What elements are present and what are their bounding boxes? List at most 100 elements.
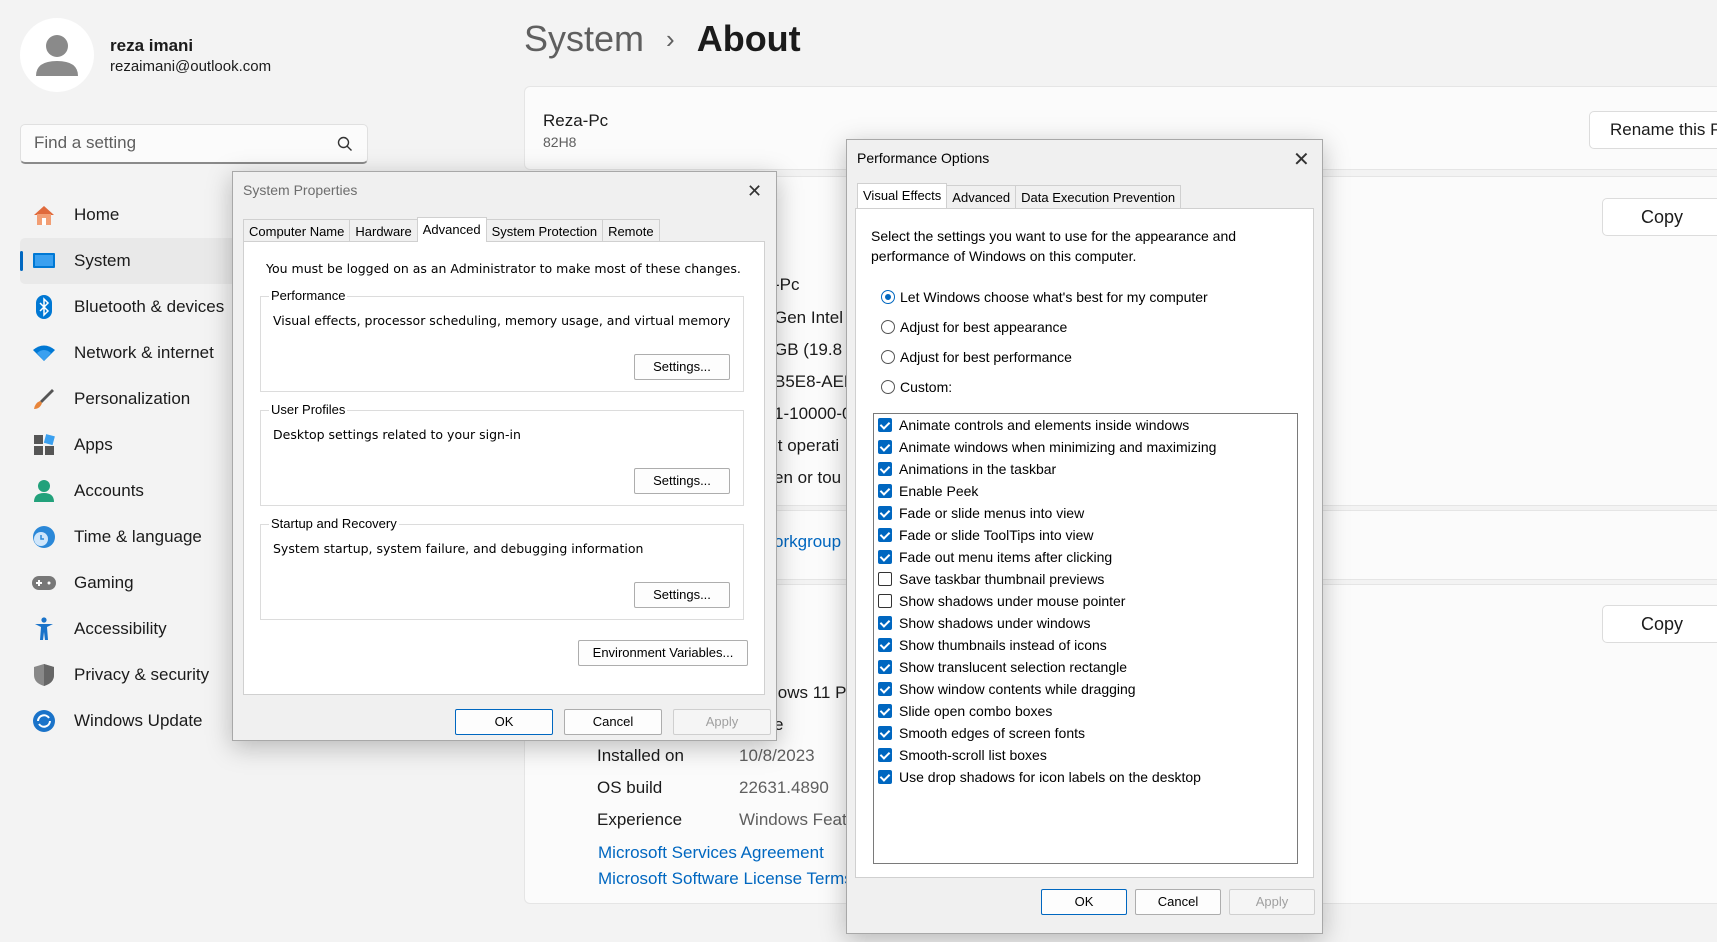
sidebar-item-apps[interactable]: Apps xyxy=(20,422,240,468)
sidebar-item-home[interactable]: Home xyxy=(20,192,240,238)
list-item[interactable]: Show thumbnails instead of icons xyxy=(874,634,1297,656)
sidebar-item-network[interactable]: Network & internet xyxy=(20,330,240,376)
radio-button[interactable] xyxy=(881,320,895,334)
radio-label: Adjust for best performance xyxy=(900,349,1072,365)
sidebar-item-label: Privacy & security xyxy=(74,665,210,684)
checkbox[interactable] xyxy=(878,660,892,674)
sidebar-item-windows-update[interactable]: Windows Update xyxy=(20,698,240,744)
sidebar-item-label: Accessibility xyxy=(74,619,167,638)
cancel-button[interactable]: Cancel xyxy=(564,709,662,735)
visual-effects-list[interactable]: Animate controls and elements inside win… xyxy=(873,413,1298,864)
close-icon[interactable]: ✕ xyxy=(747,183,762,201)
list-item[interactable]: Show window contents while dragging xyxy=(874,678,1297,700)
radio-button[interactable] xyxy=(881,290,895,304)
checkbox[interactable] xyxy=(878,572,892,586)
list-item[interactable]: Save taskbar thumbnail previews xyxy=(874,568,1297,590)
checkbox-label: Fade or slide ToolTips into view xyxy=(899,527,1094,543)
cancel-button[interactable]: Cancel xyxy=(1135,889,1221,915)
checkbox[interactable] xyxy=(878,594,892,608)
radio-best-appearance[interactable]: Adjust for best appearance xyxy=(881,319,1067,335)
list-item[interactable]: Smooth edges of screen fonts xyxy=(874,722,1297,744)
sidebar-item-accessibility[interactable]: Accessibility xyxy=(20,606,240,652)
list-item[interactable]: Fade or slide menus into view xyxy=(874,502,1297,524)
checkbox[interactable] xyxy=(878,528,892,542)
radio-label: Adjust for best appearance xyxy=(900,319,1068,335)
checkbox[interactable] xyxy=(878,616,892,630)
checkbox[interactable] xyxy=(878,638,892,652)
ok-button[interactable]: OK xyxy=(455,709,553,735)
workgroup-link[interactable]: orkgroup xyxy=(774,532,841,552)
radio-button[interactable] xyxy=(881,350,895,364)
ok-button[interactable]: OK xyxy=(1041,889,1127,915)
list-item[interactable]: Use drop shadows for icon labels on the … xyxy=(874,766,1297,788)
radio-custom[interactable]: Custom: xyxy=(881,379,952,395)
breadcrumb-parent[interactable]: System xyxy=(524,18,644,60)
checkbox[interactable] xyxy=(878,748,892,762)
startup-recovery-settings-button[interactable]: Settings... xyxy=(634,582,730,608)
checkbox[interactable] xyxy=(878,550,892,564)
spec-row-experience: Experience Windows Feat xyxy=(597,810,847,830)
search-input[interactable] xyxy=(21,125,321,161)
environment-variables-button[interactable]: Environment Variables... xyxy=(578,640,748,666)
user-avatar-icon xyxy=(36,35,78,76)
sidebar-item-label: System xyxy=(74,251,131,270)
list-item[interactable]: Animate windows when minimizing and maxi… xyxy=(874,436,1297,458)
list-item[interactable]: Slide open combo boxes xyxy=(874,700,1297,722)
checkbox[interactable] xyxy=(878,418,892,432)
tab-computer-name[interactable]: Computer Name xyxy=(243,219,351,242)
sidebar-item-personalization[interactable]: Personalization xyxy=(20,376,240,422)
checkbox[interactable] xyxy=(878,704,892,718)
license-terms-link[interactable]: Microsoft Software License Terms xyxy=(598,869,853,889)
sidebar-item-accounts[interactable]: Accounts xyxy=(20,468,240,514)
tab-data-execution-prevention[interactable]: Data Execution Prevention xyxy=(1015,185,1182,208)
radio-best-performance[interactable]: Adjust for best performance xyxy=(881,349,1072,365)
list-item[interactable]: Show translucent selection rectangle xyxy=(874,656,1297,678)
checkbox[interactable] xyxy=(878,462,892,476)
list-item[interactable]: Animations in the taskbar xyxy=(874,458,1297,480)
checkbox[interactable] xyxy=(878,484,892,498)
user-profiles-settings-button[interactable]: Settings... xyxy=(634,468,730,494)
sidebar-item-label: Time & language xyxy=(74,527,202,546)
rename-pc-button[interactable]: Rename this PC xyxy=(1589,111,1717,149)
list-item[interactable]: Animate controls and elements inside win… xyxy=(874,414,1297,436)
sidebar-item-gaming[interactable]: Gaming xyxy=(20,560,240,606)
services-agreement-link[interactable]: Microsoft Services Agreement xyxy=(598,843,824,863)
close-icon[interactable]: ✕ xyxy=(1293,149,1310,169)
apply-button[interactable]: Apply xyxy=(1229,889,1315,915)
checkbox[interactable] xyxy=(878,682,892,696)
list-item[interactable]: Fade out menu items after clicking xyxy=(874,546,1297,568)
list-item[interactable]: Show shadows under mouse pointer xyxy=(874,590,1297,612)
sidebar-item-bluetooth[interactable]: Bluetooth & devices xyxy=(20,284,240,330)
apply-button[interactable]: Apply xyxy=(673,709,771,735)
tab-visual-effects[interactable]: Visual Effects xyxy=(857,183,948,208)
sidebar-item-privacy[interactable]: Privacy & security xyxy=(20,652,240,698)
list-item[interactable]: Show shadows under windows xyxy=(874,612,1297,634)
sidebar-item-system[interactable]: System xyxy=(20,238,260,284)
radio-let-windows-choose[interactable]: Let Windows choose what's best for my co… xyxy=(881,289,1208,305)
processor-value: Gen Intel xyxy=(774,308,843,327)
search-box[interactable] xyxy=(20,124,368,164)
copy-windows-specs-button[interactable]: Copy xyxy=(1602,605,1717,643)
system-type-value: it operati xyxy=(774,436,840,455)
tab-advanced[interactable]: Advanced xyxy=(946,185,1017,208)
tab-remote[interactable]: Remote xyxy=(602,219,660,242)
copy-device-specs-button[interactable]: Copy xyxy=(1602,198,1717,236)
checkbox[interactable] xyxy=(878,726,892,740)
checkbox[interactable] xyxy=(878,506,892,520)
spec-row-os-build: OS build 22631.4890 xyxy=(597,778,829,798)
checkbox[interactable] xyxy=(878,770,892,784)
sidebar-item-label: Apps xyxy=(74,435,113,454)
list-item[interactable]: Smooth-scroll list boxes xyxy=(874,744,1297,766)
tab-advanced[interactable]: Advanced xyxy=(416,217,487,242)
radio-button[interactable] xyxy=(881,380,895,394)
search-icon[interactable] xyxy=(337,136,353,152)
list-item[interactable]: Fade or slide ToolTips into view xyxy=(874,524,1297,546)
sidebar-item-time-language[interactable]: Time & language xyxy=(20,514,240,560)
list-item[interactable]: Enable Peek xyxy=(874,480,1297,502)
performance-settings-button[interactable]: Settings... xyxy=(634,354,730,380)
tab-hardware[interactable]: Hardware xyxy=(349,219,418,242)
checkbox[interactable] xyxy=(878,440,892,454)
avatar xyxy=(20,18,94,92)
tab-system-protection[interactable]: System Protection xyxy=(485,219,604,242)
user-profile[interactable]: reza imani rezaimani@outlook.com xyxy=(20,18,271,92)
